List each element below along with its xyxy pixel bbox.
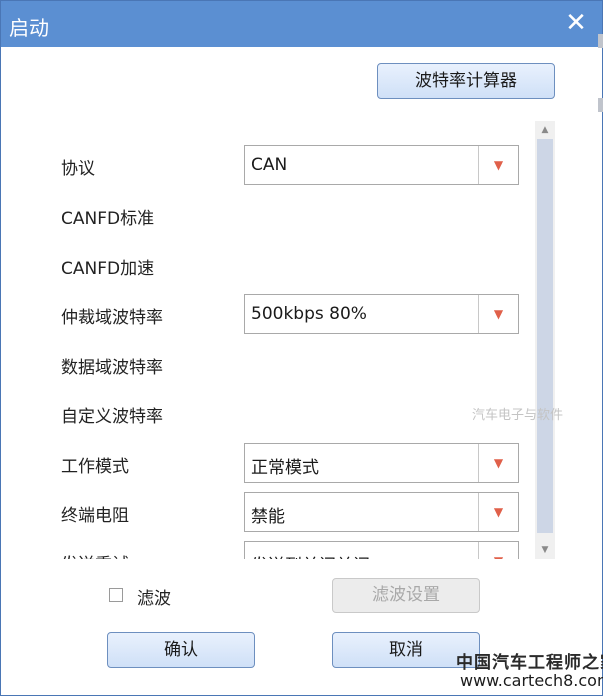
scroll-up-icon[interactable]: ▲: [535, 121, 555, 139]
filter-label: 滤波: [137, 589, 171, 609]
termination-value: 禁能: [251, 507, 285, 527]
retransmit-label: 发送重试: [61, 550, 129, 559]
dropdown-arrow-icon[interactable]: ▼: [479, 493, 518, 531]
canfd-accel-row: CANFD加速: [45, 245, 535, 285]
arbitration-baud-select[interactable]: 500kbps 80% ▼: [244, 294, 519, 334]
retransmit-row: 发送重试 发送到关闭关闭 ▼: [45, 541, 535, 559]
faint-watermark: 汽车电子与软件: [472, 408, 564, 423]
work-mode-row: 工作模式 正常模式 ▼: [45, 443, 535, 483]
scroll-down-icon[interactable]: ▼: [535, 541, 555, 559]
data-baud-label: 数据域波特率: [61, 358, 163, 378]
custom-baud-label: 自定义波特率: [61, 407, 163, 427]
title-bar[interactable]: 启动 ✕: [1, 1, 602, 47]
retransmit-select[interactable]: 发送到关闭关闭 ▼: [244, 541, 519, 559]
settings-scroll-area: 协议 CAN ▼ CANFD标准 CANFD加速 仲裁域波特率 500kbps …: [45, 119, 557, 559]
arbitration-baud-row: 仲裁域波特率 500kbps 80% ▼: [45, 294, 535, 334]
protocol-select[interactable]: CAN ▼: [244, 145, 519, 185]
data-baud-row: 数据域波特率: [45, 344, 535, 384]
filter-checkbox[interactable]: [109, 588, 123, 602]
window-edge-mark: [598, 34, 603, 48]
retransmit-value: 发送到关闭关闭: [251, 551, 370, 559]
filter-settings-button[interactable]: 滤波设置: [332, 578, 480, 613]
dropdown-arrow-icon[interactable]: ▼: [479, 146, 518, 184]
baud-rate-calculator-button[interactable]: 波特率计算器: [377, 63, 555, 99]
close-icon[interactable]: ✕: [561, 5, 591, 41]
dropdown-arrow-icon[interactable]: ▼: [479, 295, 518, 333]
dialog-title: 启动: [9, 16, 49, 40]
protocol-label: 协议: [61, 159, 95, 179]
work-mode-value: 正常模式: [251, 458, 319, 478]
arbitration-baud-value: 500kbps 80%: [251, 304, 367, 324]
work-mode-select[interactable]: 正常模式 ▼: [244, 443, 519, 483]
termination-label: 终端电阻: [61, 506, 129, 526]
window-edge-mark: [598, 98, 603, 112]
custom-baud-row: 自定义波特率: [45, 393, 535, 433]
confirm-button[interactable]: 确认: [107, 632, 255, 668]
start-dialog: 启动 ✕ 波特率计算器 协议 CAN ▼ CANFD标准 CANFD加速 仲裁域…: [0, 0, 603, 696]
dropdown-arrow-icon[interactable]: ▼: [479, 444, 518, 482]
canfd-accel-label: CANFD加速: [61, 259, 155, 279]
canfd-standard-row: CANFD标准: [45, 195, 535, 235]
scroll-thumb[interactable]: [537, 139, 553, 533]
dropdown-arrow-icon[interactable]: ▼: [479, 542, 518, 559]
watermark-site-name: 中国汽车工程师之家: [456, 653, 603, 673]
work-mode-label: 工作模式: [61, 457, 129, 477]
canfd-standard-label: CANFD标准: [61, 209, 155, 229]
watermark-url: www.cartech8.com: [460, 671, 603, 690]
termination-row: 终端电阻 禁能 ▼: [45, 492, 535, 532]
arbitration-baud-label: 仲裁域波特率: [61, 308, 163, 328]
site-watermark: 中国汽车工程师之家 www.cartech8.com: [456, 648, 603, 694]
protocol-value: CAN: [251, 155, 288, 175]
protocol-row: 协议 CAN ▼: [45, 145, 535, 185]
settings-scrollbar[interactable]: ▲ ▼: [535, 121, 555, 559]
termination-select[interactable]: 禁能 ▼: [244, 492, 519, 532]
